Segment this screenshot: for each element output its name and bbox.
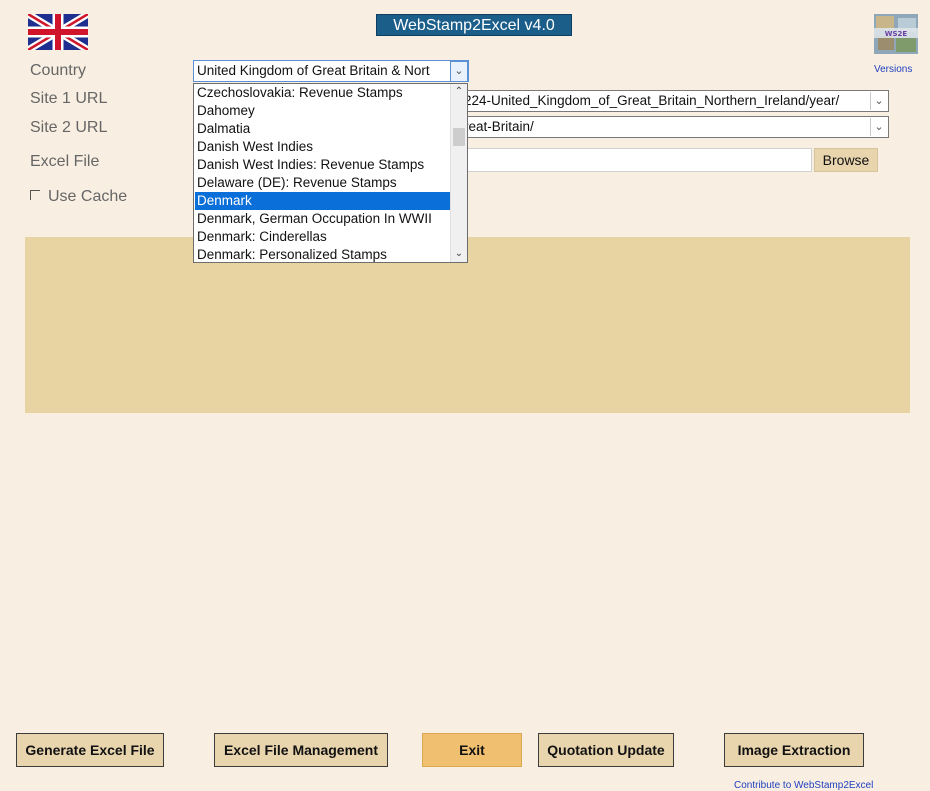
ws2e-logo-icon: WS2E — [872, 12, 920, 56]
site1-url-value: 224-United_Kingdom_of_Great_Britain_Nort… — [464, 93, 840, 108]
image-extraction-button[interactable]: Image Extraction — [724, 733, 864, 767]
chevron-down-icon[interactable]: ⌄ — [450, 61, 468, 81]
dropdown-item-selected[interactable]: Denmark — [195, 192, 450, 210]
app-title: WebStamp2Excel v4.0 — [376, 14, 572, 36]
contribute-link[interactable]: Contribute to WebStamp2Excel — [734, 780, 873, 791]
scroll-down-icon[interactable]: ⌄ — [451, 246, 467, 262]
svg-text:WS2E: WS2E — [885, 30, 908, 38]
generate-excel-button[interactable]: Generate Excel File — [16, 733, 164, 767]
country-label: Country — [30, 62, 87, 79]
country-select-value: United Kingdom of Great Britain & Nort — [197, 63, 430, 78]
dropdown-item[interactable]: Denmark: Cinderellas — [195, 228, 450, 246]
dropdown-item[interactable]: Czechoslovakia: Revenue Stamps — [195, 84, 450, 102]
dropdown-item[interactable]: Danish West Indies — [195, 138, 450, 156]
use-cache-checkbox[interactable]: Use Cache — [30, 188, 127, 206]
excel-file-label: Excel File — [30, 153, 100, 170]
dropdown-item[interactable]: Denmark, German Occupation In WWII — [195, 210, 450, 228]
site2-url-label: Site 2 URL — [30, 119, 108, 136]
chevron-down-icon[interactable]: ⌄ — [870, 118, 887, 136]
dropdown-item[interactable]: Delaware (DE): Revenue Stamps — [195, 174, 450, 192]
dropdown-item[interactable]: Danish West Indies: Revenue Stamps — [195, 156, 450, 174]
dropdown-item[interactable]: Dahomey — [195, 102, 450, 120]
results-panel — [25, 237, 910, 413]
uk-flag-icon[interactable] — [26, 10, 90, 54]
chevron-down-icon[interactable]: ⌄ — [870, 92, 887, 110]
versions-link[interactable]: Versions — [874, 64, 912, 75]
checkbox-icon[interactable] — [30, 190, 40, 200]
excel-file-management-button[interactable]: Excel File Management — [214, 733, 388, 767]
site1-url-label: Site 1 URL — [30, 90, 108, 107]
dropdown-item[interactable]: Dalmatia — [195, 120, 450, 138]
dropdown-scrollbar[interactable]: ⌃ ⌄ — [450, 84, 467, 262]
country-dropdown-list[interactable]: Czechoslovakia: Revenue Stamps Dahomey D… — [193, 83, 468, 263]
scrollbar-thumb[interactable] — [453, 128, 465, 146]
exit-button[interactable]: Exit — [422, 733, 522, 767]
dropdown-item[interactable]: Denmark: Personalized Stamps — [195, 246, 450, 262]
site2-url-value: reat-Britain/ — [464, 119, 534, 134]
use-cache-label: Use Cache — [48, 188, 128, 205]
scroll-up-icon[interactable]: ⌃ — [451, 84, 467, 100]
country-select[interactable]: United Kingdom of Great Britain & Nort ⌄ — [193, 60, 469, 82]
quotation-update-button[interactable]: Quotation Update — [538, 733, 674, 767]
browse-button[interactable]: Browse — [814, 148, 878, 172]
